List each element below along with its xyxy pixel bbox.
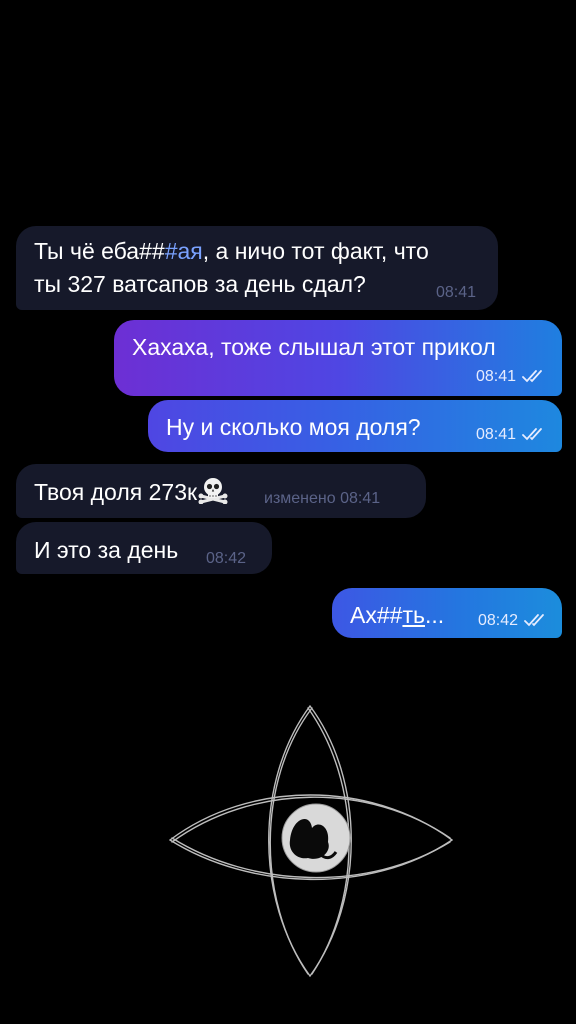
outgoing-message-bubble[interactable]: Ах##ть... 08:42 (332, 588, 562, 638)
chat-screen: Ты чё еба###ая, а ничо тот факт, что ты … (0, 0, 576, 1024)
hashtag-link[interactable]: ть (402, 602, 425, 628)
outgoing-message-bubble[interactable]: Ну и сколько моя доля? 08:41 (148, 400, 562, 452)
skull-and-crossbones-icon (198, 478, 228, 504)
message-text: Хахаха, тоже слышал этот прикол (132, 334, 496, 360)
message-time: 08:42 (206, 550, 247, 567)
edited-label: изменено (264, 490, 336, 507)
double-check-icon (522, 428, 542, 441)
message-text: Твоя доля 273к (34, 479, 198, 505)
hashtag-link[interactable]: #ая (165, 238, 203, 264)
double-check-icon (524, 614, 544, 627)
message-text: , а ничо тот факт, что (202, 238, 429, 264)
message-time: 08:41 (475, 426, 516, 443)
message-meta: изменено 08:41 (264, 490, 380, 508)
message-text-line-1: Ты чё еба###ая, а ничо тот факт, что (34, 235, 498, 268)
double-check-icon (522, 370, 542, 383)
message-time: 08:41 (340, 490, 381, 507)
sketched-eye-icon (169, 705, 453, 977)
message-text: Ах## (350, 602, 403, 628)
message-time: 08:41 (436, 284, 477, 301)
message-time: 08:42 (477, 612, 518, 629)
message-time: 08:41 (475, 368, 516, 385)
incoming-message-bubble[interactable]: Твоя доля 273к изменено 08:41 (16, 464, 426, 518)
message-text: Ты чё еба## (34, 238, 165, 264)
message-meta: 08:42 (478, 612, 550, 630)
incoming-message-bubble[interactable]: И это за день 08:42 (16, 522, 272, 574)
message-meta: 08:41 (476, 426, 548, 444)
message-meta: 08:41 (476, 368, 548, 386)
outgoing-message-bubble[interactable]: Хахаха, тоже слышал этот прикол 08:41 (114, 320, 562, 396)
incoming-message-bubble[interactable]: Ты чё еба###ая, а ничо тот факт, что ты … (16, 226, 498, 310)
message-text: ... (424, 602, 445, 628)
message-text-line-2: ты 327 ватсапов за день сдал? (34, 271, 366, 297)
